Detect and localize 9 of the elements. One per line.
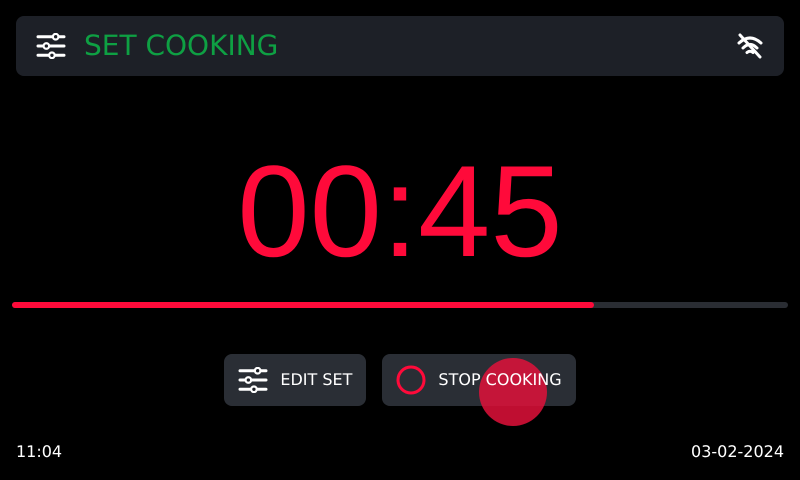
wifi-off-icon: [736, 33, 764, 59]
clock-time: 11:04: [16, 441, 62, 463]
countdown-timer: 00:45: [237, 146, 563, 276]
date: 03-02-2024: [691, 441, 784, 463]
screen-title: SET COOKING: [84, 32, 278, 60]
edit-button[interactable]: EDIT SET: [224, 354, 366, 406]
sliders-icon: [238, 367, 268, 393]
circle-icon: [396, 365, 426, 395]
sliders-icon: [36, 33, 66, 59]
